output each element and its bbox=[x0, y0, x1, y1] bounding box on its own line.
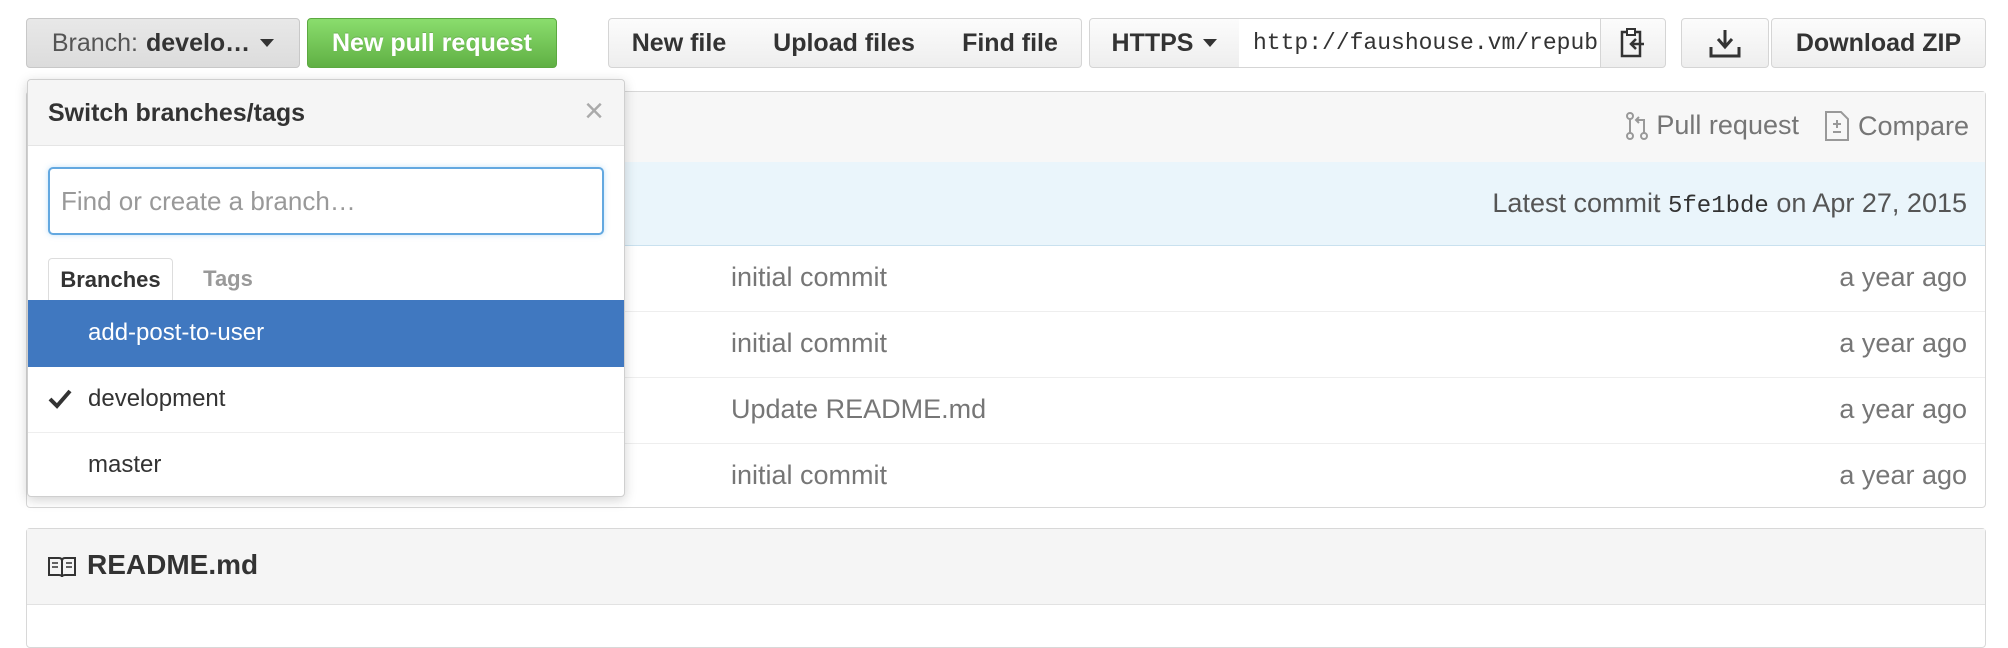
new-pull-request-button[interactable]: New pull request bbox=[307, 18, 557, 68]
clipboard-icon bbox=[1620, 28, 1644, 58]
file-commit-message[interactable]: initial commit bbox=[731, 262, 887, 293]
clone-protocol-select[interactable]: HTTPS bbox=[1089, 18, 1240, 68]
file-age: a year ago bbox=[1839, 262, 1967, 292]
compare-label: Compare bbox=[1857, 110, 1969, 141]
caret-down-icon bbox=[260, 39, 275, 47]
book-icon bbox=[48, 557, 76, 578]
readme-box: README.md bbox=[26, 528, 1986, 648]
open-desktop-button[interactable] bbox=[1681, 18, 1769, 68]
branch-name: develo… bbox=[145, 28, 251, 57]
file-commit-message[interactable]: initial commit bbox=[731, 460, 887, 491]
compare-icon bbox=[1824, 111, 1849, 141]
readme-title: README.md bbox=[87, 549, 259, 580]
dropdown-header: Switch branches/tags × bbox=[28, 80, 624, 146]
branch-item[interactable]: add-post-to-user bbox=[28, 300, 624, 367]
copy-clipboard-button[interactable] bbox=[1600, 18, 1666, 68]
file-age: a year ago bbox=[1839, 460, 1967, 490]
file-commit-message[interactable]: Update README.md bbox=[731, 394, 986, 425]
clone-url-field[interactable]: http://faushouse.vm/repub bbox=[1239, 18, 1601, 68]
latest-commit-prefix: Latest commit bbox=[1492, 188, 1661, 218]
latest-commit-date: on Apr 27, 2015 bbox=[1776, 188, 1967, 218]
compare-link[interactable]: Compare bbox=[1824, 110, 1969, 142]
file-age: a year ago bbox=[1839, 394, 1967, 424]
readme-header: README.md bbox=[27, 529, 1985, 605]
branch-item-label: development bbox=[88, 385, 226, 412]
branch-filter-input[interactable] bbox=[48, 167, 604, 235]
download-zip-button[interactable]: Download ZIP bbox=[1771, 18, 1986, 68]
pull-request-icon bbox=[1626, 111, 1649, 140]
dropdown-tabs: Branches Tags bbox=[28, 258, 624, 301]
close-icon[interactable]: × bbox=[584, 92, 604, 131]
branch-item[interactable]: master bbox=[28, 432, 624, 498]
dropdown-title: Switch branches/tags bbox=[48, 99, 306, 127]
tab-branches[interactable]: Branches bbox=[48, 258, 173, 301]
branch-item-label: master bbox=[88, 451, 162, 478]
upload-files-button[interactable]: Upload files bbox=[749, 18, 940, 68]
download-icon bbox=[1709, 30, 1741, 58]
latest-commit-sha[interactable]: 5fe1bde bbox=[1668, 193, 1769, 220]
file-age: a year ago bbox=[1839, 328, 1967, 358]
clone-protocol-label: HTTPS bbox=[1111, 28, 1194, 57]
branch-select-button[interactable]: Branch: develo… bbox=[26, 18, 300, 68]
pull-request-link[interactable]: Pull request bbox=[1624, 110, 1799, 141]
find-file-button[interactable]: Find file bbox=[939, 18, 1082, 68]
latest-commit-info: Latest commit 5fe1bde on Apr 27, 2015 bbox=[1492, 188, 1967, 220]
branch-item-label: add-post-to-user bbox=[88, 319, 265, 346]
tab-tags[interactable]: Tags bbox=[188, 258, 268, 300]
branch-switch-dropdown: Switch branches/tags × Branches Tags add… bbox=[27, 79, 625, 497]
checkmark-icon bbox=[48, 389, 72, 409]
branch-prefix: Branch: bbox=[51, 28, 138, 57]
file-commit-message[interactable]: initial commit bbox=[731, 328, 887, 359]
caret-down-icon bbox=[1203, 39, 1218, 47]
branch-item[interactable]: development bbox=[28, 366, 624, 433]
new-file-button[interactable]: New file bbox=[608, 18, 750, 68]
pull-request-label: Pull request bbox=[1656, 110, 1799, 140]
